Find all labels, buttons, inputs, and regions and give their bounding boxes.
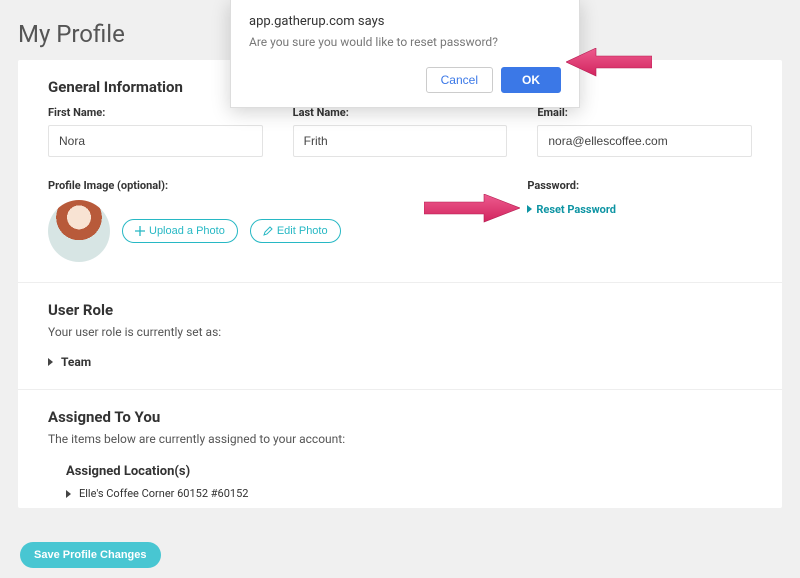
dialog-message: Are you sure you would like to reset pas… xyxy=(249,35,561,49)
profile-image-label: Profile Image (optional): xyxy=(48,179,497,192)
upload-photo-button[interactable]: Upload a Photo xyxy=(122,219,238,243)
pencil-icon xyxy=(263,226,273,236)
last-name-input[interactable] xyxy=(293,125,508,157)
reset-password-label: Reset Password xyxy=(536,203,616,216)
caret-right-icon xyxy=(527,205,532,213)
user-role-heading: User Role xyxy=(48,301,752,319)
avatar xyxy=(48,200,110,262)
email-input[interactable] xyxy=(537,125,752,157)
assigned-locations-heading: Assigned Location(s) xyxy=(66,464,752,479)
upload-photo-label: Upload a Photo xyxy=(149,225,225,237)
password-label: Password: xyxy=(527,179,752,192)
user-role-description: Your user role is currently set as: xyxy=(48,325,752,339)
section-user-role: User Role Your user role is currently se… xyxy=(18,283,782,390)
dialog-ok-button[interactable]: OK xyxy=(501,67,561,93)
edit-photo-label: Edit Photo xyxy=(277,225,328,237)
assigned-heading: Assigned To You xyxy=(48,408,752,426)
confirm-dialog: app.gatherup.com says Are you sure you w… xyxy=(230,0,580,108)
reset-password-link[interactable]: Reset Password xyxy=(527,203,616,216)
dialog-source: app.gatherup.com says xyxy=(249,14,561,29)
section-assigned: Assigned To You The items below are curr… xyxy=(18,390,782,508)
edit-photo-button[interactable]: Edit Photo xyxy=(250,219,341,243)
plus-icon xyxy=(135,226,145,236)
assigned-location-value: Elle's Coffee Corner 60152 #60152 xyxy=(79,487,248,500)
profile-card: General Information First Name: Last Nam… xyxy=(18,60,782,508)
caret-right-icon xyxy=(66,490,71,498)
assigned-location-item[interactable]: Elle's Coffee Corner 60152 #60152 xyxy=(66,487,752,500)
user-role-value: Team xyxy=(61,355,91,369)
user-role-item[interactable]: Team xyxy=(48,355,752,369)
dialog-cancel-button[interactable]: Cancel xyxy=(426,67,493,93)
save-profile-button[interactable]: Save Profile Changes xyxy=(20,542,161,568)
assigned-description: The items below are currently assigned t… xyxy=(48,432,752,446)
caret-right-icon xyxy=(48,358,53,366)
first-name-input[interactable] xyxy=(48,125,263,157)
